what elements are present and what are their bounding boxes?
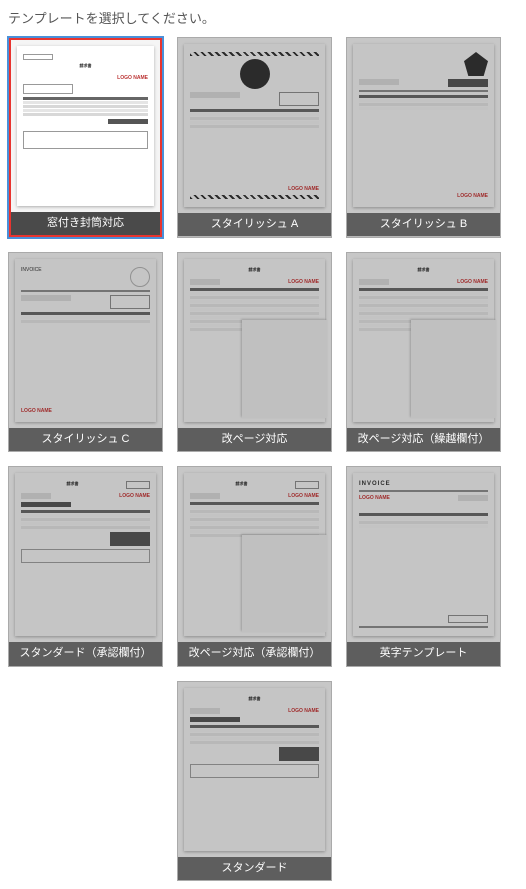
doc-preview: INVOICE LOGO NAME <box>15 259 156 422</box>
template-label: スタイリッシュ B <box>347 213 500 236</box>
template-label: スタイリッシュ C <box>9 428 162 451</box>
template-thumbnail: LOGO NAME <box>178 38 331 213</box>
page-title: テンプレートを選択してください。 <box>8 8 518 27</box>
doc-preview: 請求書 LOGO NAME <box>184 259 325 422</box>
template-card-page-break-approval[interactable]: 請求書 LOGO NAME 改ページ対応（承認欄付） <box>177 466 332 666</box>
template-thumbnail: LOGO NAME <box>347 38 500 213</box>
template-label: 改ページ対応（繰越欄付） <box>347 428 500 451</box>
template-card-stylish-c[interactable]: INVOICE LOGO NAME スタイリッシュ C <box>8 252 163 452</box>
template-label: 改ページ対応 <box>178 428 331 451</box>
template-label: 改ページ対応（承認欄付） <box>178 642 331 665</box>
template-label: スタンダード（承認欄付） <box>9 642 162 665</box>
doc-preview: 請求書 LOGO NAME <box>353 259 494 422</box>
template-card-stylish-a[interactable]: LOGO NAME スタイリッシュ A <box>177 37 332 238</box>
template-card-page-break-carryover[interactable]: 請求書 LOGO NAME 改ページ対応（繰越欄付） <box>346 252 501 452</box>
template-card-english[interactable]: INVOICE LOGO NAME 英字テンプレート <box>346 466 501 666</box>
doc-preview: 請求書 LOGO NAME <box>15 473 156 636</box>
doc-preview: LOGO NAME <box>353 44 494 207</box>
doc-preview: 請求書 LOGO NAME <box>184 473 325 636</box>
template-label: 窓付き封筒対応 <box>11 212 160 235</box>
template-thumbnail: 請求書 LOGO NAME <box>178 467 331 642</box>
template-thumbnail: 請求書 LOGO NAME <box>178 682 331 857</box>
template-card-standard[interactable]: 請求書 LOGO NAME スタンダード <box>177 681 332 881</box>
template-label: スタイリッシュ A <box>178 213 331 236</box>
doc-preview: 請求書 LOGO NAME <box>184 688 325 851</box>
template-label: 英字テンプレート <box>347 642 500 665</box>
template-thumbnail: 請求書 LOGO NAME <box>11 40 160 212</box>
template-label: スタンダード <box>178 857 331 880</box>
template-thumbnail: 請求書 LOGO NAME <box>347 253 500 428</box>
template-card-standard-approval[interactable]: 請求書 LOGO NAME スタンダード（承認欄付） <box>8 466 163 666</box>
template-thumbnail: 請求書 LOGO NAME <box>9 467 162 642</box>
template-grid: 請求書 LOGO NAME 窓付き封筒対応 <box>8 37 518 881</box>
template-card-stylish-b[interactable]: LOGO NAME スタイリッシュ B <box>346 37 501 238</box>
template-card-window-envelope[interactable]: 請求書 LOGO NAME 窓付き封筒対応 <box>8 37 163 238</box>
template-thumbnail: 請求書 LOGO NAME <box>178 253 331 428</box>
doc-preview: LOGO NAME <box>184 44 325 207</box>
template-card-page-break[interactable]: 請求書 LOGO NAME 改ページ対応 <box>177 252 332 452</box>
template-thumbnail: INVOICE LOGO NAME <box>9 253 162 428</box>
doc-preview: INVOICE LOGO NAME <box>353 473 494 636</box>
doc-preview: 請求書 LOGO NAME <box>17 46 154 206</box>
template-thumbnail: INVOICE LOGO NAME <box>347 467 500 642</box>
